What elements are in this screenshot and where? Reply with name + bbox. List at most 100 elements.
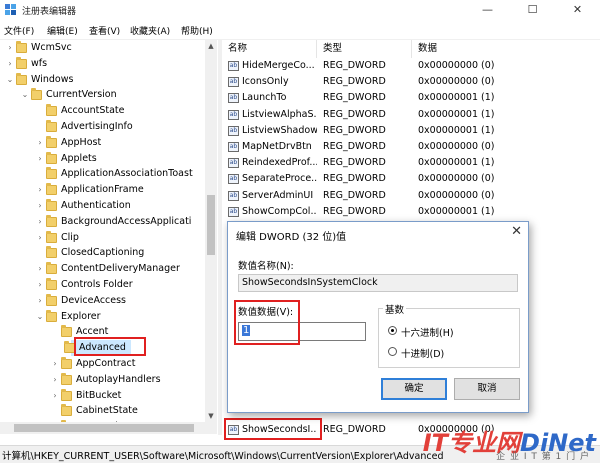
expand-chevron-icon[interactable]: ›	[6, 40, 14, 56]
expand-chevron-icon[interactable]: ›	[36, 230, 44, 246]
tree-node[interactable]: ⌄ CurrentVersion	[0, 87, 205, 103]
menu-help[interactable]: 帮助(H)	[181, 24, 213, 37]
ok-button[interactable]: 确定	[381, 378, 447, 400]
expand-chevron-icon[interactable]: ›	[51, 388, 59, 404]
folder-icon	[46, 104, 57, 117]
tree-node[interactable]: AccountState	[0, 103, 205, 119]
tree-node-label: Clip	[61, 231, 79, 243]
menu-bar: 文件(F) 编辑(E) 查看(V) 收藏夹(A) 帮助(H)	[0, 20, 600, 40]
value-row[interactable]: ab ListviewAlphaS... REG_DWORD 0x00000001 (…	[222, 107, 600, 123]
tree-node[interactable]: CabinetState	[0, 403, 205, 419]
value-row[interactable]: ab ServerAdminUI REG_DWORD 0x00000000 (0)	[222, 188, 600, 204]
value-name: IconsOnly	[242, 76, 289, 88]
tree-node[interactable]: › BackgroundAccessApplicati	[0, 214, 205, 230]
folder-icon	[46, 120, 57, 132]
folder-icon	[31, 88, 42, 101]
value-type: REG_DWORD	[323, 124, 386, 136]
menu-file[interactable]: 文件(F)	[4, 24, 34, 37]
base-label: 基数	[383, 302, 407, 316]
column-header-data[interactable]: 数据	[412, 40, 600, 58]
value-row[interactable]: ab IconsOnly REG_DWORD 0x00000000 (0)	[222, 74, 600, 90]
column-header-type[interactable]: 类型	[317, 40, 412, 58]
tree-node[interactable]: AdvertisingInfo	[0, 119, 205, 135]
folder-icon	[16, 41, 27, 53]
folder-icon	[46, 309, 57, 322]
expand-chevron-icon[interactable]: ›	[36, 277, 44, 293]
tree-node[interactable]: › Authentication	[0, 198, 205, 214]
tree-vertical-scrollbar[interactable]: ▲ ▼	[205, 40, 217, 422]
tree-node-label: Windows	[31, 73, 74, 85]
tree-node-label: Controls Folder	[61, 279, 133, 290]
folder-icon	[46, 214, 57, 227]
menu-view[interactable]: 查看(V)	[89, 24, 120, 37]
tree-node[interactable]: › AppHost	[0, 135, 205, 151]
close-button[interactable]: ✕	[555, 0, 600, 20]
expand-chevron-icon[interactable]: ›	[6, 56, 14, 72]
tree-node[interactable]: ClosedCaptioning	[0, 245, 205, 261]
value-row[interactable]: ab SeparateProce... REG_DWORD 0x00000000 (0…	[222, 171, 600, 187]
tree-node[interactable]: › ApplicationFrame	[0, 182, 205, 198]
reg-dword-icon: ab	[228, 174, 239, 185]
value-name: ListviewShadow	[242, 124, 317, 136]
reg-dword-icon: ab	[228, 125, 239, 136]
value-type: REG_DWORD	[323, 60, 386, 71]
reg-dword-icon: ab	[228, 142, 239, 152]
collapse-chevron-icon[interactable]: ⌄	[21, 87, 29, 103]
column-header-name[interactable]: 名称	[222, 40, 317, 58]
collapse-chevron-icon[interactable]: ⌄	[36, 309, 44, 325]
tree-node[interactable]: › wfs	[0, 56, 205, 72]
tree-node[interactable]: › ContentDeliveryManager	[0, 261, 205, 277]
cancel-button[interactable]: 取消	[454, 378, 520, 400]
expand-chevron-icon[interactable]: ›	[51, 372, 59, 388]
expand-chevron-icon[interactable]: ›	[36, 198, 44, 214]
tree-node-label: CabinetState	[76, 405, 138, 417]
registry-tree[interactable]: › WcmSvc › wfs ⌄ Windows ⌄ CurrentVersion Accoun…	[0, 40, 218, 435]
tree-node[interactable]: ⌄ Explorer	[0, 309, 205, 325]
value-row[interactable]: ab MapNetDrvBtn REG_DWORD 0x00000000 (0)	[222, 139, 600, 155]
tree-node[interactable]: › WcmSvc	[0, 40, 205, 56]
tree-node[interactable]: › Clip	[0, 230, 205, 246]
value-type: REG_DWORD	[323, 424, 386, 435]
tree-node-label: AutoplayHandlers	[76, 373, 161, 385]
tree-node[interactable]: ApplicationAssociationToast	[0, 166, 205, 182]
tree-node[interactable]: › AppContract	[0, 356, 205, 372]
expand-chevron-icon[interactable]: ›	[51, 356, 59, 372]
tree-node[interactable]: › BitBucket	[0, 388, 205, 404]
tree-node[interactable]: › DeviceAccess	[0, 293, 205, 309]
tree-node[interactable]: › AutoplayHandlers	[0, 372, 205, 388]
expand-chevron-icon[interactable]: ›	[36, 135, 44, 151]
menu-edit[interactable]: 编辑(E)	[47, 24, 78, 37]
tree-node-label: ApplicationAssociationToast	[61, 168, 193, 180]
status-path: 计算机\HKEY_CURRENT_USER\Software\Microsoft…	[2, 451, 444, 462]
scroll-down-icon[interactable]: ▼	[205, 410, 217, 422]
expand-chevron-icon[interactable]: ›	[36, 261, 44, 277]
value-row[interactable]: ab ShowCompCol... REG_DWORD 0x00000001 (1)	[222, 204, 600, 220]
menu-favorites[interactable]: 收藏夹(A)	[130, 24, 170, 37]
expand-chevron-icon[interactable]: ›	[36, 293, 44, 309]
radio-unselected-icon[interactable]	[388, 347, 397, 356]
expand-chevron-icon[interactable]: ›	[36, 214, 44, 230]
scroll-thumb[interactable]	[207, 195, 215, 255]
value-row[interactable]: ab HideMergeCo... REG_DWORD 0x00000000 (0)	[222, 58, 600, 74]
expand-chevron-icon[interactable]: ›	[36, 182, 44, 198]
dialog-close-icon[interactable]: ✕	[511, 224, 522, 239]
folder-icon	[46, 262, 57, 275]
scroll-up-icon[interactable]: ▲	[205, 40, 217, 52]
tree-horizontal-scrollbar[interactable]	[0, 422, 217, 434]
value-data: 0x00000000 (0)	[418, 60, 495, 71]
tree-node[interactable]: › Controls Folder	[0, 277, 205, 293]
value-row[interactable]: ab ReindexedProf... REG_DWORD 0x00000001 (1…	[222, 155, 600, 171]
folder-icon	[46, 230, 57, 243]
scroll-thumb[interactable]	[14, 424, 194, 432]
tree-node[interactable]: ⌄ Windows	[0, 72, 205, 88]
expand-chevron-icon[interactable]: ›	[36, 151, 44, 167]
maximize-button[interactable]: ☐	[510, 0, 555, 20]
value-row[interactable]: ab ListviewShadow REG_DWORD 0x00000001 (1)	[222, 123, 600, 139]
radio-selected-icon[interactable]	[388, 326, 397, 335]
tree-node[interactable]: › Applets	[0, 151, 205, 167]
folder-icon	[46, 183, 57, 196]
reg-dword-icon: ab	[228, 109, 239, 120]
minimize-button[interactable]: —	[465, 0, 510, 20]
value-row[interactable]: ab LaunchTo REG_DWORD 0x00000001 (1)	[222, 90, 600, 106]
collapse-chevron-icon[interactable]: ⌄	[6, 72, 14, 88]
